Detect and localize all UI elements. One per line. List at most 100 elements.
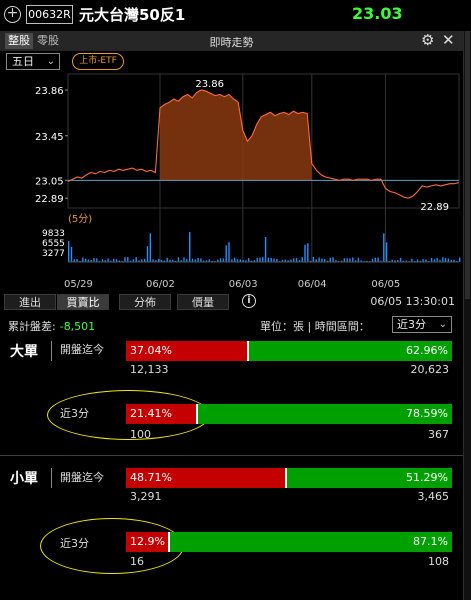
- volume-bar: [248, 258, 250, 262]
- market-tag: 上市-ETF: [72, 53, 124, 70]
- buy-pct: 12.9%: [130, 535, 165, 548]
- volume-bar: [332, 257, 334, 262]
- chart-title: 即時走勢: [209, 36, 254, 49]
- unit-label: 單位：張 | 時間區間：: [260, 320, 370, 333]
- volume-bar: [377, 257, 379, 262]
- last-price: 23.03: [352, 4, 403, 23]
- sell-segment: 78.59%: [197, 404, 452, 424]
- sell-pct: 62.96%: [406, 344, 448, 357]
- volume-bar: [234, 257, 236, 262]
- price-tick-label: 23.05: [35, 176, 64, 187]
- buy-segment: 12.9%: [126, 532, 169, 552]
- volume-bar: [219, 258, 222, 262]
- interval-value: 近3分: [397, 318, 426, 331]
- volume-bar: [127, 257, 129, 262]
- period-label: (5分): [68, 213, 92, 225]
- volume-bar: [273, 258, 275, 262]
- buy-pct: 37.04%: [130, 344, 172, 357]
- cumulative-label: 累計盤差:: [8, 320, 56, 333]
- close-icon[interactable]: ✕: [442, 31, 455, 49]
- volume-bar: [146, 246, 149, 262]
- scrollbar-thumb[interactable]: [465, 31, 470, 299]
- stock-name: 元大台灣50反1: [79, 6, 186, 24]
- volume-bar: [374, 257, 376, 262]
- plus-circle-icon[interactable]: +: [4, 6, 21, 23]
- volume-bar: [411, 258, 413, 262]
- buy-segment: 21.41%: [126, 404, 196, 424]
- volume-bar: [459, 257, 461, 262]
- x-axis-label: 05/29: [64, 279, 93, 290]
- volume-bar: [385, 242, 388, 262]
- scrollbar[interactable]: [463, 31, 471, 600]
- high-label: 23.86: [195, 79, 224, 90]
- volume-bar: [183, 257, 185, 262]
- info-icon[interactable]: i: [242, 294, 256, 308]
- chart-title-bar: 整股 零股 即時走勢 ⚙ ✕: [0, 31, 463, 51]
- volume-bar: [197, 258, 199, 262]
- timestamp: 06/05 13:30:01: [370, 295, 455, 308]
- buy-segment: 37.04%: [126, 341, 247, 361]
- volume-bar: [93, 257, 95, 262]
- divider: [51, 468, 52, 488]
- small-recent-label: 近3分: [60, 537, 89, 550]
- buy-segment: 48.71%: [126, 468, 285, 488]
- volume-bar: [70, 246, 73, 262]
- low-label: 22.89: [420, 202, 449, 213]
- sell-qty: 367: [428, 428, 449, 441]
- volume-bar: [228, 242, 230, 262]
- large-since-open-label: 開盤迄今: [60, 343, 104, 356]
- buy-pct: 48.71%: [130, 471, 172, 484]
- volume-bar: [107, 258, 109, 262]
- volume-bar: [68, 241, 70, 262]
- section-divider: [0, 455, 463, 456]
- x-axis-label: 06/02: [146, 279, 175, 290]
- chevron-down-icon: ⌄: [46, 56, 55, 67]
- sell-segment: 62.96%: [248, 341, 452, 361]
- quote-header: + 00632R 元大台灣50反1 23.03: [0, 0, 471, 30]
- tab-in-out[interactable]: 進出: [4, 294, 56, 310]
- tab-buy-sell-ratio[interactable]: 買賣比: [57, 294, 109, 310]
- volume-bar: [346, 258, 348, 262]
- range-select[interactable]: 五日 ⌄: [6, 53, 60, 70]
- stock-code-input[interactable]: 00632R: [26, 5, 73, 24]
- chevron-down-icon: ⌄: [438, 319, 447, 330]
- volume-bar: [259, 257, 261, 262]
- price-tick-label: 23.86: [35, 86, 64, 97]
- volume-tick-label: 3277: [42, 249, 65, 259]
- tab-price-volume[interactable]: 價量: [177, 294, 229, 310]
- analysis-tabs: 進出 買賣比 分佈 價量 i 06/05 13:30:01: [4, 294, 459, 311]
- sell-pct: 87.1%: [413, 535, 448, 548]
- volume-bar: [293, 258, 295, 262]
- volume-bar: [436, 258, 438, 262]
- volume-bar: [442, 257, 444, 262]
- large-recent-label: 近3分: [60, 407, 89, 420]
- buy-qty: 100: [130, 428, 151, 441]
- volume-bar: [96, 258, 98, 262]
- volume-bar: [189, 232, 191, 262]
- volume-bar: [357, 257, 360, 262]
- divider: [51, 341, 52, 361]
- sell-qty: 20,623: [410, 363, 450, 376]
- volume-bar: [352, 257, 354, 262]
- large-since-open-bar: 37.04% 62.96%: [126, 341, 452, 361]
- volume-bar: [256, 258, 258, 262]
- large-order-title: 大單: [10, 344, 38, 360]
- volume-bar: [329, 257, 331, 262]
- volume-bar: [177, 257, 180, 262]
- volume-bar: [430, 258, 433, 262]
- volume-bar: [222, 258, 225, 262]
- price-tick-label: 22.89: [35, 194, 64, 205]
- small-recent-bar: 12.9% 87.1%: [126, 532, 452, 552]
- sell-pct: 78.59%: [406, 407, 448, 420]
- tab-distribution[interactable]: 分佈: [119, 294, 171, 310]
- volume-bar: [304, 244, 306, 262]
- volume-tick-label: 9833: [42, 229, 65, 239]
- volume-bar: [262, 257, 264, 262]
- volume-bar: [349, 258, 351, 262]
- volume-bar: [301, 257, 303, 262]
- volume-bar: [343, 258, 346, 262]
- buy-qty: 16: [130, 555, 144, 568]
- gear-icon[interactable]: ⚙: [421, 31, 434, 49]
- sell-qty: 108: [428, 555, 449, 568]
- interval-select[interactable]: 近3分 ⌄: [392, 316, 452, 333]
